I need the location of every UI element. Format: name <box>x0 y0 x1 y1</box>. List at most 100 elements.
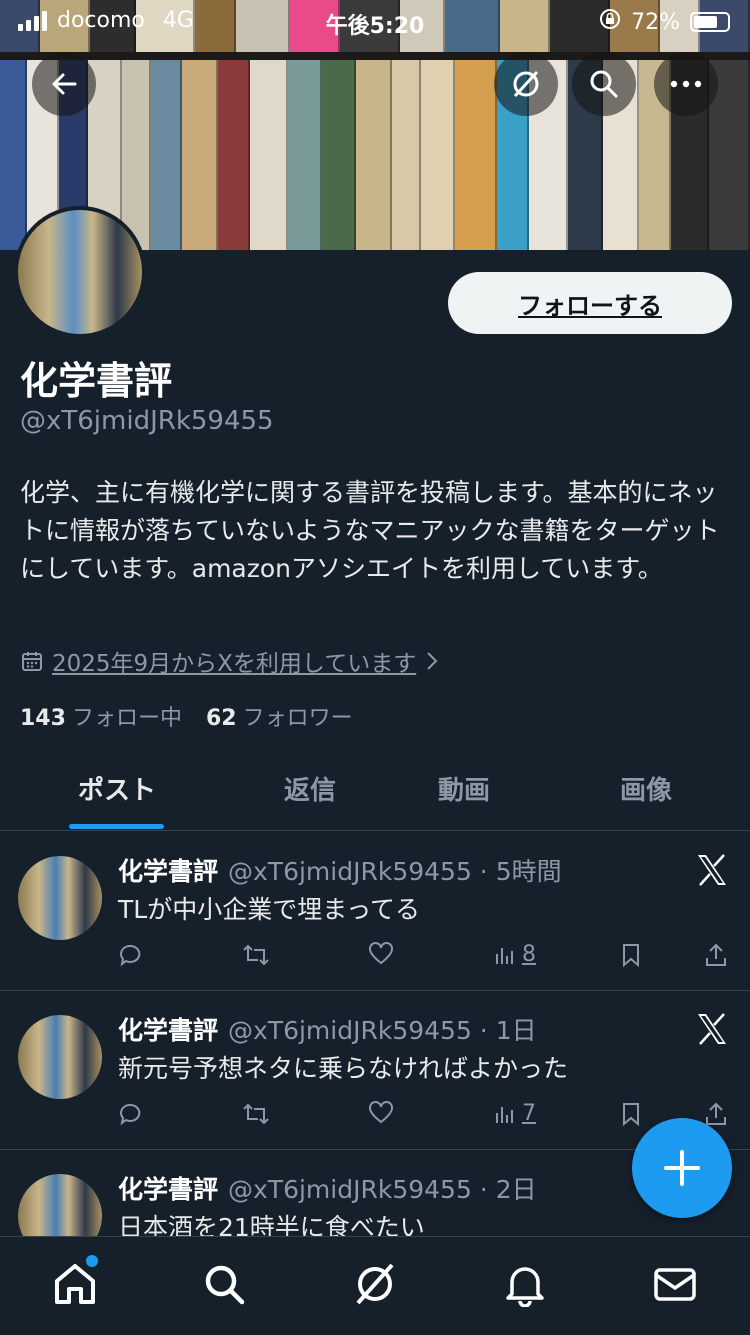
post-separator: · <box>471 1016 496 1045</box>
profile-handle: @xT6jmidJRk59455 <box>20 406 274 436</box>
search-icon <box>205 1265 245 1305</box>
back-button[interactable] <box>32 52 96 116</box>
following-link[interactable]: 143 フォロー中 <box>20 700 182 732</box>
bookmark-button[interactable] <box>620 942 642 968</box>
compose-button[interactable] <box>632 1118 732 1218</box>
chevron-right-icon <box>427 652 438 670</box>
post-header: 化学書評 @xT6jmidJRk59455 · 5時間 <box>118 852 562 888</box>
following-label: フォロー中 <box>71 706 182 731</box>
nav-search[interactable] <box>199 1259 249 1309</box>
views-button[interactable]: 7 <box>494 1101 536 1126</box>
post-header: 化学書評 @xT6jmidJRk59455 · 2日 <box>118 1170 537 1206</box>
post-time: 5時間 <box>495 857 562 886</box>
tab-posts[interactable]: ポスト <box>78 770 156 807</box>
joined-date[interactable]: 2025年9月からXを利用しています <box>20 644 440 678</box>
profile-bio: 化学、主に有機化学に関する書評を投稿します。基本的にネットに情報が落ちていないよ… <box>20 478 720 583</box>
views-count: 8 <box>522 942 536 967</box>
post-author-handle: @xT6jmidJRk59455 <box>228 1016 472 1045</box>
share-button[interactable] <box>704 942 728 968</box>
views-count: 7 <box>522 1101 536 1126</box>
share-button[interactable] <box>704 1101 728 1127</box>
share-icon <box>706 1102 726 1125</box>
profile-banner[interactable]: docomo 4G 午後5:20 72% <box>0 0 750 250</box>
reply-icon <box>120 944 141 967</box>
battery-percent: 72% <box>631 9 680 35</box>
tab-images[interactable]: 画像 <box>620 770 672 807</box>
bookmark-icon <box>623 944 639 968</box>
followers-count: 62 <box>205 706 237 731</box>
profile-avatar[interactable] <box>14 206 146 338</box>
bookmark-button[interactable] <box>620 1101 642 1127</box>
post-author-handle: @xT6jmidJRk59455 <box>228 857 472 886</box>
x-logo-icon <box>698 854 726 886</box>
views-icon <box>496 1106 513 1123</box>
post-item[interactable]: 化学書評 @xT6jmidJRk59455 · 5時間 TLが中小企業で埋まってる… <box>0 832 750 991</box>
post-separator: · <box>471 1175 496 1204</box>
reply-button[interactable] <box>118 1101 144 1127</box>
followers-link[interactable]: 62 フォロワー <box>206 700 353 732</box>
reply-icon <box>120 1103 141 1126</box>
post-text: TLが中小企業で埋まってる <box>118 895 420 924</box>
nav-grok[interactable] <box>350 1259 400 1309</box>
status-bar: docomo 4G 午後5:20 72% <box>0 0 750 44</box>
battery-icon <box>690 12 730 32</box>
share-icon <box>706 943 726 966</box>
views-button[interactable]: 8 <box>494 942 536 967</box>
orientation-lock-icon <box>599 8 621 36</box>
notifications-icon <box>506 1267 544 1307</box>
grok-icon <box>513 70 539 98</box>
tab-videos[interactable]: 動画 <box>438 770 490 807</box>
follow-stats: 143 フォロー中 62 フォロワー <box>20 700 353 732</box>
repost-button[interactable] <box>242 942 270 968</box>
arrow-left-icon <box>52 73 77 95</box>
heart-icon <box>369 942 393 965</box>
post-text: 新元号予想ネタに乗らなければよかった <box>118 1054 569 1083</box>
like-button[interactable] <box>368 942 394 966</box>
post-separator: · <box>471 857 496 886</box>
reply-button[interactable] <box>118 942 144 968</box>
repost-icon <box>243 944 269 966</box>
grok-icon <box>356 1263 394 1305</box>
grok-button[interactable] <box>494 52 558 116</box>
post-author-name: 化学書評 <box>118 857 219 886</box>
heart-icon <box>369 1101 393 1124</box>
like-button[interactable] <box>368 1101 394 1125</box>
post-author-name: 化学書評 <box>118 1175 219 1204</box>
followers-label: フォロワー <box>242 706 353 731</box>
joined-text: 2025年9月からXを利用しています <box>52 651 417 677</box>
more-icon <box>670 80 702 88</box>
bookmark-icon <box>623 1103 639 1127</box>
nav-notifications[interactable] <box>500 1259 550 1309</box>
x-logo-icon <box>698 1013 726 1045</box>
messages-icon <box>654 1268 696 1301</box>
repost-button[interactable] <box>242 1101 270 1127</box>
home-icon <box>55 1264 95 1304</box>
tab-replies[interactable]: 返信 <box>284 770 336 807</box>
plus-icon <box>664 1150 700 1186</box>
repost-icon <box>243 1103 269 1125</box>
home-notification-dot <box>86 1255 98 1267</box>
post-header: 化学書評 @xT6jmidJRk59455 · 1日 <box>118 1011 537 1047</box>
status-right: 72% <box>599 8 730 36</box>
post-item[interactable]: 化学書評 @xT6jmidJRk59455 · 1日 新元号予想ネタに乗らなければ… <box>0 991 750 1150</box>
post-author-handle: @xT6jmidJRk59455 <box>228 1175 472 1204</box>
more-button[interactable] <box>654 52 718 116</box>
views-icon <box>496 947 513 964</box>
search-button[interactable] <box>572 52 636 116</box>
follow-button[interactable]: フォローする <box>448 272 732 334</box>
nav-messages[interactable] <box>650 1259 700 1309</box>
search-icon <box>590 70 618 98</box>
post-author-name: 化学書評 <box>118 1016 219 1045</box>
profile-tabs: ポスト 返信 動画 画像 <box>0 752 750 831</box>
post-time: 2日 <box>495 1175 537 1204</box>
profile-name: 化学書評 <box>20 359 173 403</box>
following-count: 143 <box>20 706 66 731</box>
post-actions: 7 <box>118 1101 732 1131</box>
post-time: 1日 <box>495 1016 537 1045</box>
post-avatar[interactable] <box>18 856 102 940</box>
battery-fill <box>694 16 718 28</box>
calendar-icon <box>22 652 42 671</box>
active-tab-indicator <box>69 824 164 829</box>
post-actions: 8 <box>118 942 732 972</box>
post-avatar[interactable] <box>18 1015 102 1099</box>
